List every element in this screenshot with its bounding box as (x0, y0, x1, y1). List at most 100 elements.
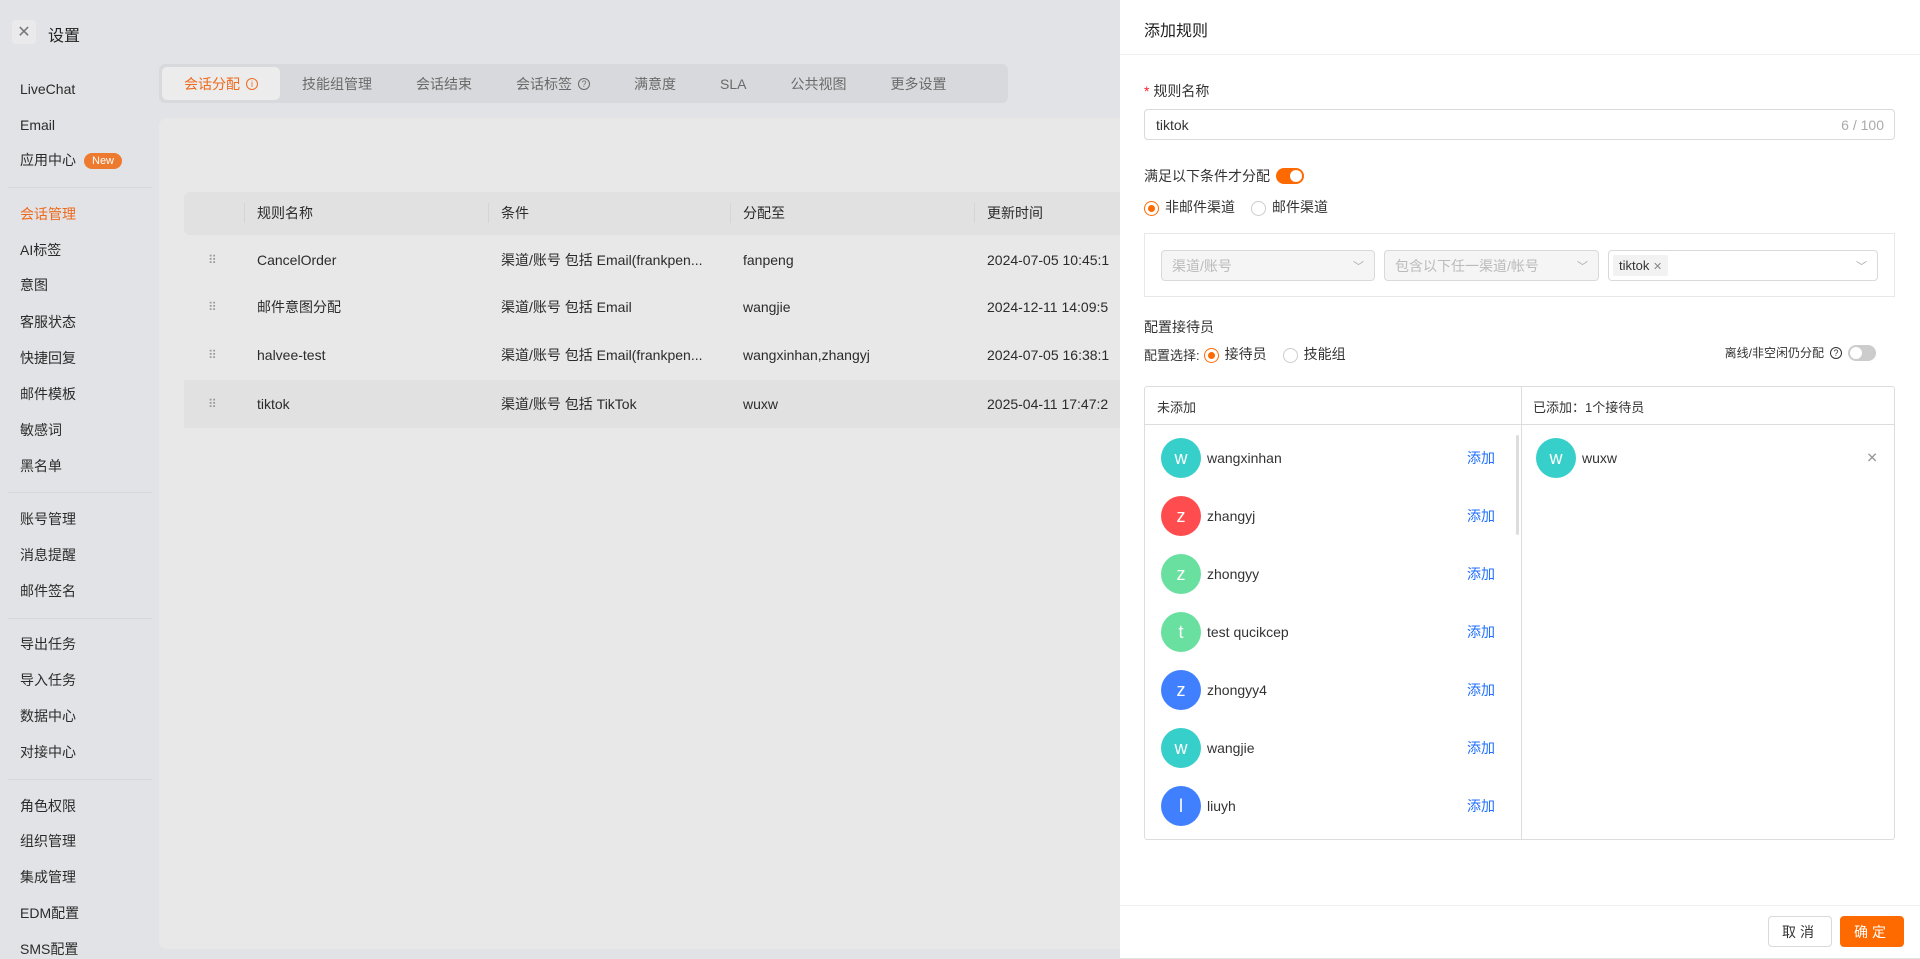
sidebar-item[interactable]: Email (20, 117, 55, 133)
operator-select[interactable]: 包含以下任一渠道/帐号 ﹀ (1384, 250, 1599, 281)
tab-label: 更多设置 (890, 75, 947, 92)
unadded-list: w wangxinhan 添加 z zhangyj 添加 z zhongyy 添加 t test q… (1145, 425, 1521, 839)
config-radio-group: 配置选择: 接待员 技能组 (1144, 344, 1346, 364)
sidebar-item-label: 数据中心 (20, 708, 76, 724)
tab-label: 技能组管理 (302, 75, 372, 92)
sidebar-item-label: Email (20, 117, 56, 133)
sidebar-item-label: 客服状态 (20, 314, 76, 330)
channel-value-select[interactable]: tiktok ✕ ﹀ (1608, 250, 1878, 281)
help-icon[interactable]: ? (1830, 346, 1842, 359)
channel-field-select[interactable]: 渠道/账号 ﹀ (1161, 250, 1375, 281)
drag-handle-icon[interactable]: ⠿ (208, 397, 217, 411)
radio-label: 邮件渠道 (1272, 199, 1328, 215)
tab-7[interactable]: 更多设置 (868, 67, 968, 100)
sidebar-item[interactable]: 黑名单 (20, 456, 62, 476)
offline-assign-row: 离线/非空闲仍分配 ? (1725, 344, 1876, 361)
add-agent-button[interactable]: 添加 (1467, 564, 1495, 584)
sidebar-item[interactable]: 组织管理 (20, 831, 76, 851)
drag-handle-icon[interactable]: ⠿ (208, 300, 217, 314)
rule-name-input[interactable]: tiktok 6 / 100 (1144, 109, 1895, 140)
remove-icon[interactable]: ✕ (1866, 450, 1878, 467)
tab-5[interactable]: SLA (698, 67, 768, 100)
sidebar-item[interactable]: 意图 (20, 275, 48, 295)
tag-close-icon[interactable]: ✕ (1653, 261, 1662, 273)
condition-toggle[interactable] (1276, 168, 1304, 184)
sidebar-item[interactable]: 应用中心 New (20, 150, 123, 170)
sidebar-item[interactable]: 账号管理 (20, 509, 76, 529)
sidebar-item-label: 角色权限 (20, 798, 76, 814)
condition-label: 满足以下条件才分配 (1144, 168, 1270, 184)
sidebar-item[interactable]: 导出任务 (20, 634, 76, 654)
add-agent-button[interactable]: 添加 (1467, 506, 1495, 526)
tab-1[interactable]: 技能组管理 (280, 67, 394, 100)
add-agent-button[interactable]: 添加 (1467, 448, 1495, 468)
select-value: 包含以下任一渠道/帐号 (1395, 257, 1539, 274)
table-cell: 渠道/账号 包括 Email(frankpen... (501, 252, 703, 268)
tab-4[interactable]: 满意度 (612, 67, 698, 100)
add-agent-button[interactable]: 添加 (1467, 680, 1495, 700)
sidebar-item[interactable]: 邮件模板 (20, 384, 76, 404)
radio-non-email[interactable]: 非邮件渠道 (1144, 197, 1235, 217)
sidebar-item-label: 消息提醒 (20, 547, 76, 563)
offline-toggle[interactable] (1848, 344, 1876, 361)
sidebar-item-label: LiveChat (20, 81, 76, 97)
sidebar-item[interactable]: 敏感词 (20, 420, 62, 440)
tag-label: tiktok (1619, 258, 1650, 273)
sidebar-item[interactable]: SMS配置 (20, 939, 78, 959)
channel-radio-group: 非邮件渠道 邮件渠道 (1144, 197, 1328, 217)
sidebar-item[interactable]: LiveChat (20, 81, 75, 97)
sidebar-item[interactable]: 数据中心 (20, 706, 76, 726)
sidebar-item[interactable]: 会话管理 (20, 204, 76, 224)
help-icon: ? (578, 77, 590, 90)
table-cell: 渠道/账号 包括 Email(frankpen... (501, 347, 703, 363)
chevron-down-icon: ﹀ (1856, 260, 1867, 273)
tab-6[interactable]: 公共视图 (768, 67, 868, 100)
sidebar-item[interactable]: 集成管理 (20, 867, 76, 887)
agent-name: zhongyy4 (1207, 682, 1267, 698)
agent-name: zhangyj (1207, 508, 1256, 524)
sidebar-item-label: 快捷回复 (20, 350, 76, 366)
table-cell: 渠道/账号 包括 TikTok (501, 396, 637, 412)
tab-label: 公共视图 (790, 75, 847, 92)
transfer-box: 未添加 已添加：1个接待员 w wangxinhan 添加 z zhangyj 添加 z zh… (1144, 386, 1895, 840)
sidebar-item[interactable]: 消息提醒 (20, 545, 76, 565)
tab-3[interactable]: 会话标签? (494, 67, 612, 100)
drag-handle-icon[interactable]: ⠿ (208, 253, 217, 267)
tab-0[interactable]: 会话分配 i (162, 67, 280, 100)
close-button[interactable]: ✕ (12, 20, 36, 44)
added-header: 已添加：1个接待员 (1533, 400, 1645, 415)
agent-name: zhongyy (1207, 566, 1260, 582)
radio-agent[interactable]: 接待员 (1203, 344, 1267, 364)
sidebar-divider (8, 618, 152, 619)
chevron-down-icon: ﹀ (1353, 260, 1364, 273)
radio-email[interactable]: 邮件渠道 (1251, 197, 1328, 217)
sidebar-item[interactable]: 对接中心 (20, 742, 76, 762)
sidebar-item[interactable]: 快捷回复 (20, 348, 76, 368)
column-divider (244, 203, 245, 223)
ok-button[interactable]: 确定 (1840, 916, 1904, 947)
sidebar-item[interactable]: 导入任务 (20, 670, 76, 690)
add-agent-button[interactable]: 添加 (1467, 622, 1495, 642)
cancel-button[interactable]: 取消 (1768, 916, 1832, 947)
drag-handle-icon[interactable]: ⠿ (208, 348, 217, 362)
scrollbar[interactable] (1516, 435, 1519, 535)
sidebar-item[interactable]: EDM配置 (20, 903, 79, 923)
tab-2[interactable]: 会话结束 (394, 67, 494, 100)
column-header: 条件 (501, 205, 529, 221)
tab-label: 会话分配 (184, 75, 240, 92)
sidebar-item-label: 集成管理 (20, 869, 76, 885)
sidebar-item-label: 应用中心 (20, 152, 76, 168)
sidebar-item[interactable]: 邮件签名 (20, 581, 76, 601)
sidebar-item[interactable]: 角色权限 (20, 796, 76, 816)
add-agent-button[interactable]: 添加 (1467, 796, 1495, 816)
add-agent-button[interactable]: 添加 (1467, 738, 1495, 758)
sidebar-item[interactable]: 客服状态 (20, 312, 76, 332)
rule-name-label: * 规则名称 (1144, 81, 1209, 101)
table-cell: wangjie (743, 299, 791, 315)
select-value: 渠道/账号 (1172, 257, 1232, 274)
sidebar-item[interactable]: AI标签 (20, 240, 61, 260)
tab-label: 会话结束 (416, 75, 472, 92)
radio-skill-group[interactable]: 技能组 (1282, 344, 1346, 364)
char-count: 6 / 100 (1841, 117, 1884, 133)
chevron-down-icon: ﹀ (1577, 260, 1588, 273)
